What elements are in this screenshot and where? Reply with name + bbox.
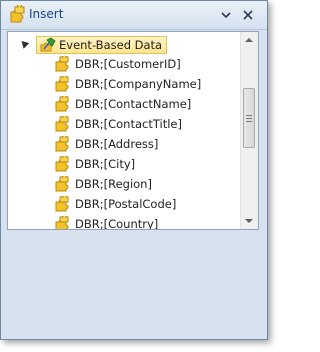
field-label: DBR;[Country] [75, 217, 159, 229]
puzzle-icon [10, 5, 25, 23]
scroll-down-icon[interactable] [245, 219, 253, 223]
field-icon [55, 96, 69, 112]
tree: Event-Based Data DBR;[CustomerID] DBR;[C… [8, 32, 241, 229]
close-icon [243, 10, 253, 20]
field-icon [55, 216, 69, 229]
field-tree-view[interactable]: Event-Based Data DBR;[CustomerID] DBR;[C… [7, 31, 259, 230]
grip-line [246, 118, 252, 119]
tree-field-item[interactable]: DBR;[City] [54, 155, 241, 173]
field-label: DBR;[CompanyName] [75, 77, 202, 91]
field-label: DBR;[Region] [75, 177, 152, 191]
field-label: DBR;[CustomerID] [75, 57, 181, 71]
tree-field-item[interactable]: DBR;[CompanyName] [54, 75, 241, 93]
tree-field-item[interactable]: DBR;[ContactTitle] [54, 115, 241, 133]
tree-field-item[interactable]: DBR;[PostalCode] [54, 195, 241, 213]
tree-field-item[interactable]: DBR;[ContactName] [54, 95, 241, 113]
field-label: DBR;[City] [75, 157, 136, 171]
vertical-scrollbar[interactable] [240, 32, 258, 229]
panel-title: Insert [29, 7, 64, 21]
field-icon [55, 156, 69, 172]
panel-options-button[interactable] [219, 9, 233, 21]
tree-field-item[interactable]: DBR;[Region] [54, 175, 241, 193]
field-icon [55, 116, 69, 132]
field-icon [55, 136, 69, 152]
tree-field-item[interactable]: DBR;[CustomerID] [54, 55, 241, 73]
data-source-icon [40, 37, 56, 52]
field-label: DBR;[ContactTitle] [75, 117, 182, 131]
field-label: DBR;[PostalCode] [75, 197, 177, 211]
tree-root-event-based-data[interactable]: Event-Based Data [36, 36, 168, 54]
tree-root-row[interactable]: Event-Based Data [16, 36, 241, 54]
field-icon [55, 56, 69, 72]
grip-line [246, 115, 252, 116]
grip-line [246, 121, 252, 122]
field-icon [55, 196, 69, 212]
scroll-up-icon[interactable] [245, 38, 253, 42]
field-label: DBR;[Address] [75, 137, 159, 151]
title-bar[interactable]: Insert [1, 1, 267, 30]
insert-panel: Insert Event-Based Data DBR;[CustomerID]… [0, 0, 268, 340]
field-icon [55, 76, 69, 92]
tree-root-label: Event-Based Data [59, 38, 163, 52]
collapse-toggle-icon[interactable] [18, 38, 30, 49]
tree-field-item[interactable]: DBR;[Country] [54, 215, 241, 229]
tree-field-item[interactable]: DBR;[Address] [54, 135, 241, 153]
scrollbar-thumb[interactable] [243, 88, 255, 148]
close-button[interactable] [241, 9, 255, 21]
field-icon [55, 176, 69, 192]
chevron-down-icon [221, 12, 231, 19]
field-label: DBR;[ContactName] [75, 97, 192, 111]
